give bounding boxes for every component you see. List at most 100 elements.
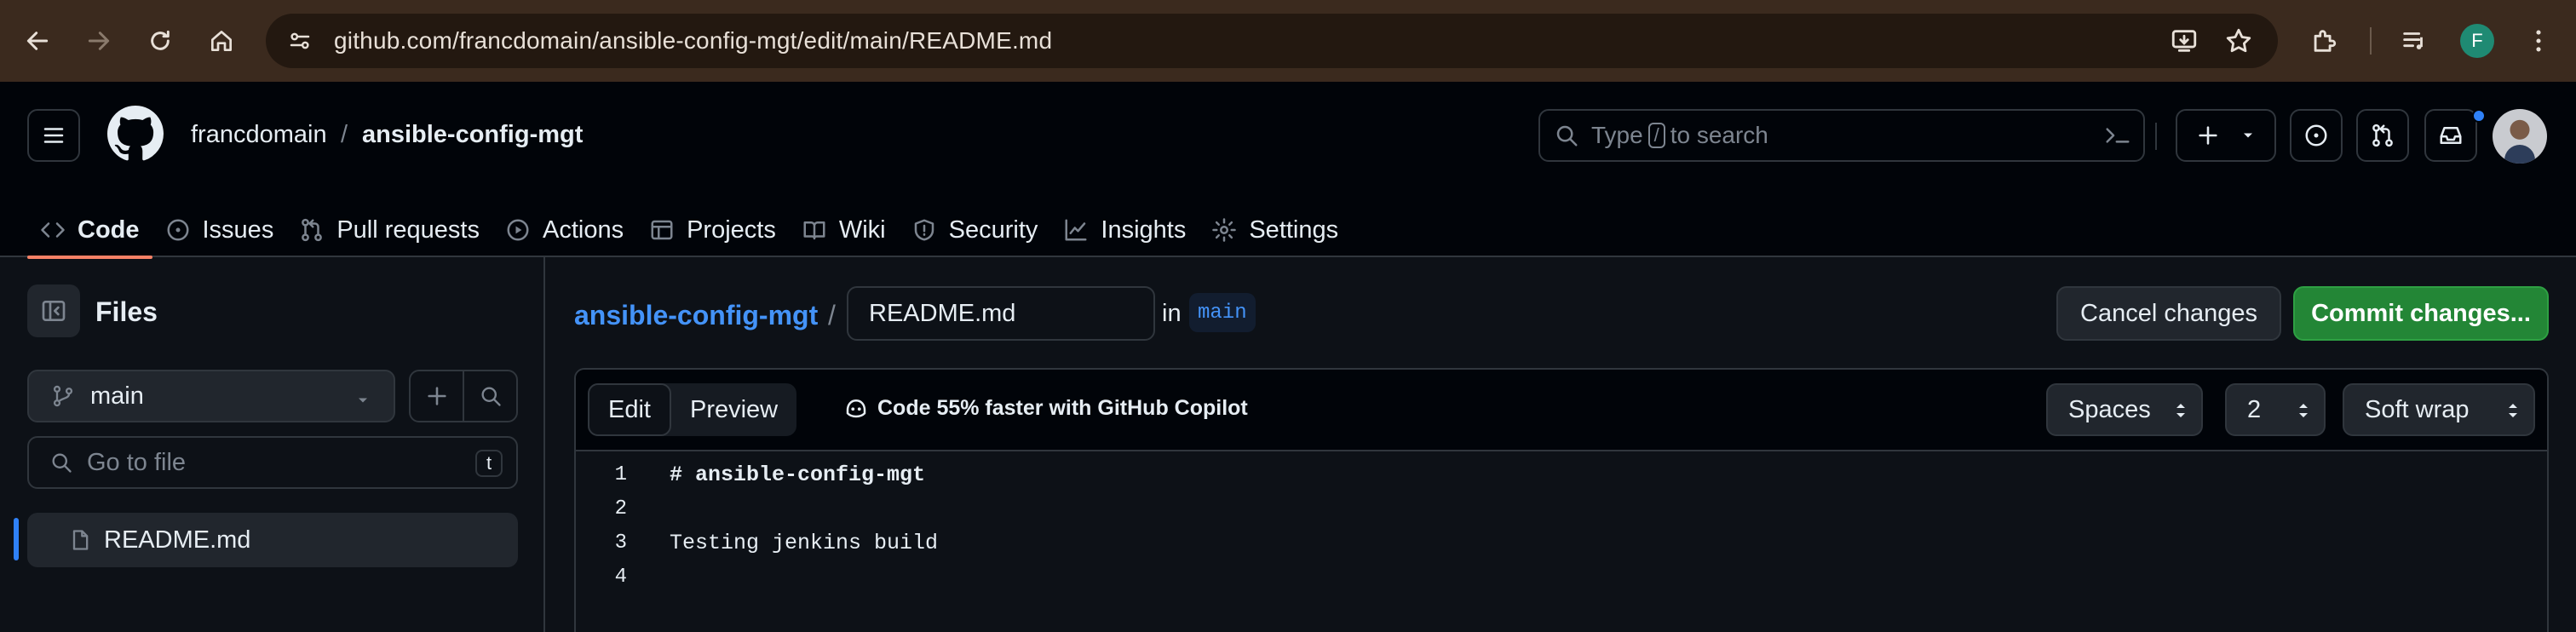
edit-path-separator: / (828, 300, 836, 330)
copilot-icon (846, 399, 866, 418)
code-editor: Edit Preview Code 55% faster with GitHub… (574, 368, 2549, 632)
reload-button[interactable] (136, 17, 184, 65)
code-line[interactable]: Testing jenkins build (670, 526, 938, 560)
home-button[interactable] (198, 17, 245, 65)
triangle-down-icon (359, 398, 367, 403)
code-content[interactable]: # ansible-config-mgt Testing jenkins bui… (670, 458, 938, 595)
arrow-left-icon (26, 32, 49, 50)
search-icon (52, 453, 72, 473)
line-number: 2 (614, 497, 627, 520)
collapse-sidebar-button[interactable] (27, 284, 80, 337)
breadcrumb-repo[interactable]: ansible-config-mgt (362, 121, 583, 149)
tab-actions[interactable]: Actions (492, 203, 636, 257)
pull-requests-button[interactable] (2356, 109, 2409, 162)
edit-path-repo-link[interactable]: ansible-config-mgt (574, 300, 818, 331)
sidebar-collapse-icon (42, 301, 66, 321)
breadcrumb-separator: / (341, 121, 348, 148)
shield-icon (914, 219, 934, 241)
slash-shortcut-key: / (1647, 123, 1665, 148)
breadcrumb-owner[interactable]: francdomain (191, 121, 327, 149)
create-new-dropdown[interactable] (2176, 109, 2276, 162)
media-queue-icon[interactable] (2394, 14, 2435, 68)
go-to-file-input[interactable]: Go to file t (27, 436, 518, 489)
address-bar[interactable]: github.com/francdomain/ansible-config-mg… (266, 14, 2278, 68)
selected-file-indicator (14, 518, 19, 560)
cancel-changes-button[interactable]: Cancel changes (2056, 286, 2281, 341)
github-header: francdomain / ansible-config-mgt Type / … (0, 82, 2576, 259)
extensions-puzzle-icon[interactable] (2303, 14, 2344, 68)
table-icon (651, 220, 673, 240)
branch-selector[interactable]: main (27, 370, 395, 422)
tab-pull-requests[interactable]: Pull requests (286, 203, 492, 257)
add-file-button[interactable] (411, 371, 464, 421)
plus-icon (2198, 126, 2217, 145)
inbox-button[interactable] (2424, 109, 2477, 162)
tab-settings[interactable]: Settings (1199, 203, 1351, 257)
edit-preview-toggle: Edit Preview (588, 383, 797, 436)
install-app-icon[interactable] (2164, 14, 2205, 68)
go-to-file-placeholder: Go to file (87, 448, 187, 476)
browser-profile-avatar[interactable]: F (2460, 24, 2494, 58)
indent-size-select[interactable]: 2 (2225, 383, 2326, 436)
search-icon (481, 387, 501, 406)
search-files-button[interactable] (464, 371, 516, 421)
line-number: 1 (614, 463, 627, 486)
forward-button[interactable] (75, 17, 123, 65)
issue-opened-icon (167, 219, 188, 241)
bookmark-star-icon[interactable] (2218, 14, 2259, 68)
editor-toolbar: Edit Preview Code 55% faster with GitHub… (576, 370, 2547, 451)
notification-indicator (2472, 109, 2486, 123)
home-icon (211, 31, 232, 51)
line-number: 4 (614, 566, 627, 589)
code-line[interactable]: # ansible-config-mgt (670, 458, 938, 492)
tab-issues[interactable]: Issues (152, 203, 287, 257)
hamburger-icon (43, 128, 64, 143)
wrap-mode-select[interactable]: Soft wrap (2343, 383, 2535, 436)
code-line[interactable] (670, 492, 938, 526)
indent-mode-select[interactable]: Spaces (2046, 383, 2203, 436)
tab-security[interactable]: Security (899, 203, 1051, 257)
command-palette-icon[interactable] (2104, 123, 2131, 148)
site-info-icon[interactable] (279, 20, 320, 61)
tab-wiki[interactable]: Wiki (789, 203, 899, 257)
code-line[interactable] (670, 560, 938, 595)
file-tree-item-label: README.md (104, 526, 251, 554)
hamburger-menu-button[interactable] (27, 109, 80, 162)
branch-name: main (90, 382, 144, 410)
line-number: 3 (614, 531, 627, 554)
global-search[interactable]: Type / to search (1538, 109, 2145, 162)
sidebar-actions (409, 370, 518, 422)
file-tree-sidebar: Files main Go to file t README.md (0, 257, 545, 632)
toolbar-divider (2370, 27, 2372, 55)
tab-code[interactable]: Code (27, 203, 152, 259)
tab-preview[interactable]: Preview (671, 383, 796, 436)
reload-icon (151, 30, 170, 50)
search-icon (1556, 125, 1578, 147)
commit-changes-button[interactable]: Commit changes... (2293, 286, 2549, 341)
target-branch-badge: main (1189, 293, 1256, 332)
browser-menu-icon[interactable] (2518, 14, 2559, 68)
arrow-right-icon (88, 32, 110, 50)
go-to-file-shortcut-key: t (475, 450, 503, 477)
file-tree-item[interactable]: README.md (27, 513, 518, 567)
user-avatar[interactable] (2493, 109, 2547, 164)
header-divider (2155, 123, 2157, 150)
inbox-icon (2440, 127, 2462, 144)
tab-edit[interactable]: Edit (588, 383, 671, 436)
filename-input[interactable]: README.md (847, 286, 1155, 341)
git-pull-request-icon (2372, 124, 2393, 147)
git-branch-icon (53, 385, 73, 407)
browser-toolbar: github.com/francdomain/ansible-config-mg… (0, 0, 2576, 82)
copilot-promo[interactable]: Code 55% faster with GitHub Copilot (843, 395, 1248, 421)
tab-projects[interactable]: Projects (636, 203, 789, 257)
select-arrows-icon (2299, 404, 2308, 417)
back-button[interactable] (14, 17, 61, 65)
url-text[interactable]: github.com/francdomain/ansible-config-mg… (334, 27, 1052, 55)
select-arrows-icon (2509, 404, 2517, 417)
issues-button[interactable] (2290, 109, 2343, 162)
github-logo-icon[interactable] (107, 106, 164, 162)
search-placeholder: Type / to search (1591, 122, 1768, 148)
issue-opened-icon (2305, 124, 2327, 147)
tab-insights[interactable]: Insights (1050, 203, 1199, 257)
graph-icon (1065, 219, 1087, 241)
